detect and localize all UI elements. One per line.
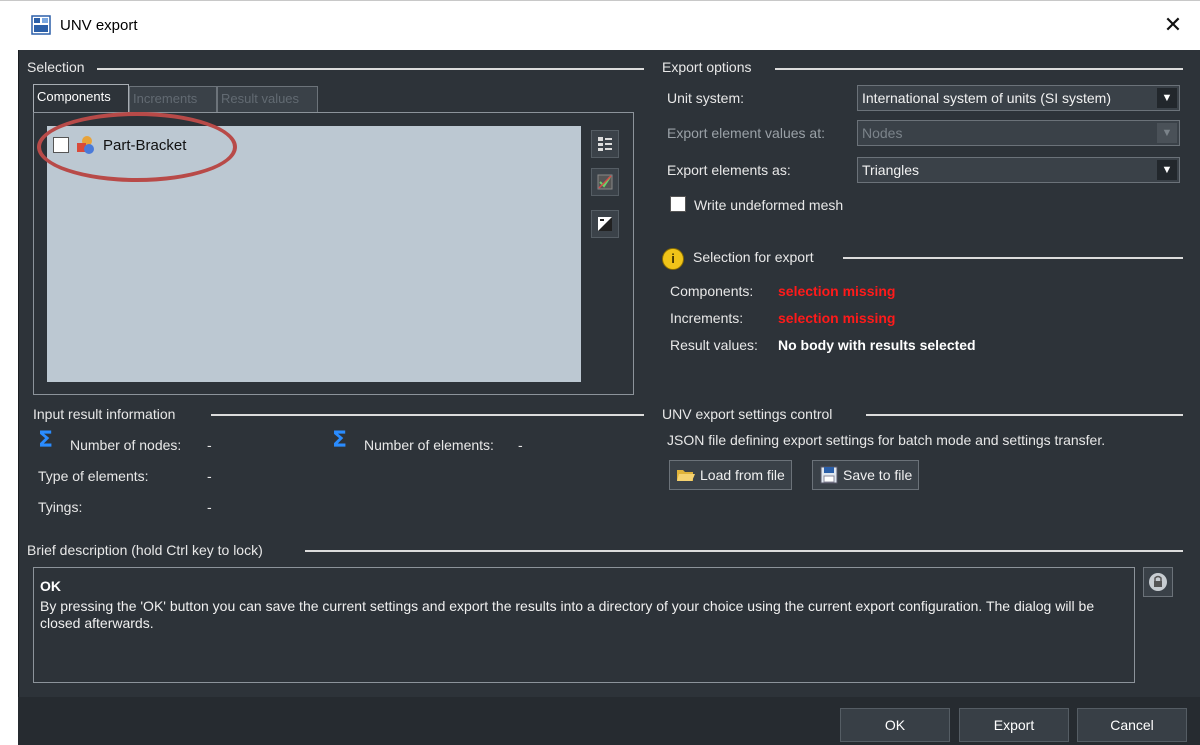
- increments-status-value: selection missing: [778, 310, 896, 326]
- description-heading: OK: [40, 578, 61, 594]
- sigma-icon: Σ: [38, 428, 54, 453]
- title-bar: UNV export ✕: [0, 0, 1200, 50]
- input-result-title: Input result information: [33, 406, 176, 422]
- window-title: UNV export: [60, 17, 138, 34]
- save-icon: [820, 466, 838, 484]
- elements-as-select[interactable]: Triangles ▼: [857, 157, 1180, 183]
- chevron-down-icon: ▼: [1157, 160, 1177, 180]
- result-values-status-value: No body with results selected: [778, 337, 976, 353]
- element-values-select: Nodes ▼: [857, 120, 1180, 146]
- selection-for-export-title: Selection for export: [693, 249, 814, 265]
- element-values-label: Export element values at:: [667, 125, 825, 141]
- unit-system-select[interactable]: International system of units (SI system…: [857, 85, 1180, 111]
- select-all-button[interactable]: [591, 168, 619, 196]
- close-button[interactable]: ✕: [1158, 11, 1188, 41]
- write-undeformed-checkbox[interactable]: [670, 196, 686, 212]
- components-status-label: Components:: [670, 283, 754, 299]
- export-options-title: Export options: [662, 59, 752, 75]
- elements-as-value: Triangles: [862, 162, 920, 178]
- type-value: -: [207, 468, 212, 484]
- elements-as-label: Export elements as:: [667, 162, 791, 178]
- divider: [211, 414, 644, 416]
- save-label: Save to file: [843, 467, 913, 483]
- info-icon: i: [662, 248, 684, 270]
- invert-selection-button[interactable]: [591, 210, 619, 238]
- close-icon: ✕: [1163, 13, 1183, 38]
- elements-label: Number of elements:: [364, 437, 494, 453]
- load-label: Load from file: [700, 467, 785, 483]
- chevron-down-icon: ▼: [1157, 123, 1177, 143]
- divider: [843, 257, 1183, 259]
- folder-open-icon: [677, 470, 695, 481]
- tyings-value: -: [207, 499, 212, 515]
- tab-components[interactable]: Components: [33, 84, 129, 112]
- highlight-annotation: [37, 112, 237, 182]
- description-box: OK By pressing the 'OK' button you can s…: [33, 567, 1135, 683]
- settings-control-title: UNV export settings control: [662, 406, 833, 422]
- select-all-icon: [597, 174, 613, 190]
- app-icon: [31, 15, 51, 35]
- elements-value: -: [518, 437, 523, 453]
- divider: [866, 414, 1183, 416]
- settings-description: JSON file defining export settings for b…: [667, 432, 1106, 448]
- save-to-file-button[interactable]: Save to file: [812, 460, 920, 490]
- cancel-button[interactable]: Cancel: [1077, 708, 1187, 742]
- unit-system-value: International system of units (SI system…: [862, 90, 1111, 106]
- tab-increments[interactable]: Increments: [129, 86, 217, 112]
- tree-view-button[interactable]: [591, 130, 619, 158]
- nodes-value: -: [207, 437, 212, 453]
- lock-description-button[interactable]: [1143, 567, 1173, 597]
- divider: [97, 68, 644, 70]
- brief-title: Brief description (hold Ctrl key to lock…: [27, 542, 263, 558]
- load-from-file-button[interactable]: Load from file: [669, 460, 792, 490]
- result-values-status-label: Result values:: [670, 337, 758, 353]
- divider: [305, 550, 1183, 552]
- unit-system-label: Unit system:: [667, 90, 745, 106]
- tyings-label: Tyings:: [38, 499, 83, 515]
- chevron-down-icon: ▼: [1157, 88, 1177, 108]
- tab-result-values[interactable]: Result values: [217, 86, 318, 112]
- tree-icon: [598, 137, 612, 151]
- ok-button[interactable]: OK: [840, 708, 950, 742]
- divider: [775, 68, 1183, 70]
- element-values-value: Nodes: [862, 125, 903, 141]
- lock-icon: [1149, 573, 1167, 591]
- export-button[interactable]: Export: [959, 708, 1069, 742]
- write-undeformed-label: Write undeformed mesh: [694, 197, 844, 213]
- invert-selection-icon: [598, 217, 612, 231]
- description-text: By pressing the 'OK' button you can save…: [40, 598, 1095, 631]
- type-label: Type of elements:: [38, 468, 149, 484]
- sigma-icon: Σ: [332, 428, 348, 453]
- selection-group-title: Selection: [27, 59, 85, 75]
- nodes-label: Number of nodes:: [70, 437, 182, 453]
- components-status-value: selection missing: [778, 283, 896, 299]
- increments-status-label: Increments:: [670, 310, 744, 326]
